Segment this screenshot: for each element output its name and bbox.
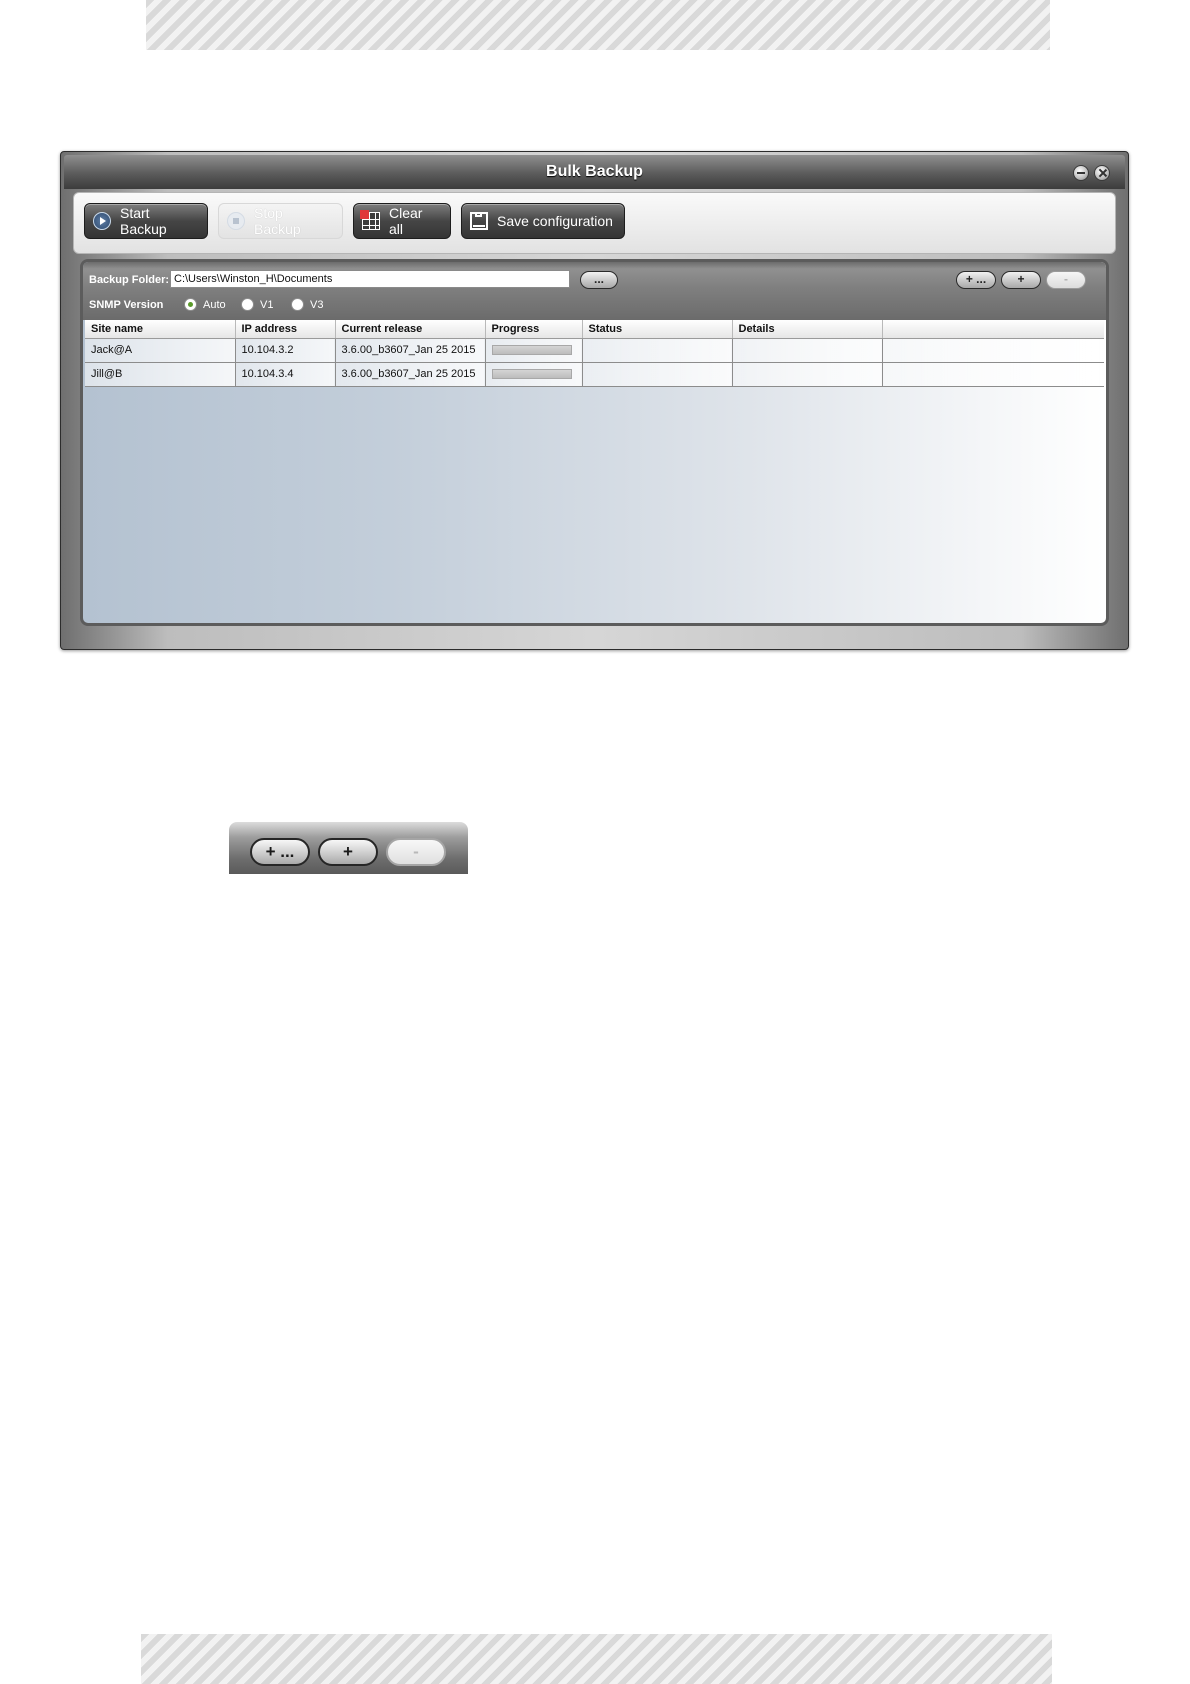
cell-site-name: Jack@A (85, 338, 236, 363)
radio-selected-icon (184, 298, 197, 311)
start-backup-button[interactable]: Start Backup (84, 203, 208, 239)
backup-folder-label: Backup Folder: (89, 274, 170, 286)
save-configuration-button[interactable]: Save configuration (461, 203, 625, 239)
column-header-filler (882, 320, 1104, 339)
table-row[interactable]: Jill@B 10.104.3.4 3.6.00_b3607_Jan 25 20… (85, 362, 1104, 387)
cell-progress (485, 362, 583, 387)
start-backup-label: Start Backup (120, 205, 167, 237)
footer-hatch-band (141, 1634, 1052, 1684)
cell-filler (882, 338, 1104, 363)
cell-current-release: 3.6.00_b3607_Jan 25 2015 (335, 338, 486, 363)
snmp-option-v1[interactable]: V1 (241, 298, 273, 311)
cell-details (732, 362, 883, 387)
radio-icon (291, 298, 304, 311)
cell-progress (485, 338, 583, 363)
zoom-remove-site-button[interactable]: - (386, 838, 446, 866)
backup-folder-input[interactable] (170, 270, 570, 288)
toolbar: Start Backup Stop Backup Clear all Save … (73, 192, 1116, 254)
progress-bar (491, 345, 572, 355)
title-bar[interactable]: Bulk Backup (64, 155, 1125, 189)
remove-site-button[interactable]: - (1046, 271, 1086, 289)
cell-current-release: 3.6.00_b3607_Jan 25 2015 (335, 362, 486, 387)
backup-panel: Backup Folder: ... SNMP Version Auto V1 … (80, 259, 1109, 626)
progress-bar (491, 369, 572, 379)
snmp-option-v3[interactable]: V3 (291, 298, 323, 311)
cell-details (732, 338, 883, 363)
column-header-ip-address[interactable]: IP address (235, 320, 336, 339)
bulk-backup-window: Bulk Backup Start Backup Stop Backup Cle… (60, 151, 1129, 650)
table-row[interactable]: Jack@A 10.104.3.2 3.6.00_b3607_Jan 25 20… (85, 338, 1104, 363)
stop-backup-label: Stop Backup (254, 205, 301, 237)
column-header-site-name[interactable]: Site name (85, 320, 236, 339)
add-site-button[interactable]: + (1001, 271, 1041, 289)
cell-site-name: Jill@B (85, 362, 236, 387)
column-header-details[interactable]: Details (732, 320, 883, 339)
table-header-row: Site name IP address Current release Pro… (85, 320, 1104, 339)
window-title: Bulk Backup (546, 163, 643, 180)
cell-status (582, 338, 733, 363)
column-header-status[interactable]: Status (582, 320, 733, 339)
column-header-progress[interactable]: Progress (485, 320, 583, 339)
snmp-option-label: V1 (260, 298, 274, 311)
zoom-add-multiple-sites-button[interactable]: + ... (250, 838, 310, 866)
zoomed-action-buttons: + ... + - (229, 822, 468, 874)
radio-icon (241, 298, 254, 311)
panel-header: Backup Folder: ... SNMP Version Auto V1 … (83, 262, 1106, 320)
column-header-current-release[interactable]: Current release (335, 320, 486, 339)
cell-ip-address: 10.104.3.4 (235, 362, 336, 387)
cell-ip-address: 10.104.3.2 (235, 338, 336, 363)
cell-filler (882, 362, 1104, 387)
snmp-option-auto[interactable]: Auto (184, 298, 226, 311)
stop-icon (227, 212, 245, 230)
close-icon[interactable] (1094, 165, 1110, 181)
zoom-add-site-button[interactable]: + (318, 838, 378, 866)
clear-grid-icon (360, 210, 380, 230)
minimize-icon[interactable] (1073, 165, 1089, 181)
clear-all-button[interactable]: Clear all (353, 203, 451, 239)
snmp-version-label: SNMP Version (89, 299, 164, 311)
sites-table: Site name IP address Current release Pro… (85, 320, 1104, 387)
clear-all-label: Clear all (389, 205, 423, 237)
cell-status (582, 362, 733, 387)
add-multiple-sites-button[interactable]: + ... (956, 271, 996, 289)
browse-folder-button[interactable]: ... (580, 271, 618, 289)
stop-backup-button[interactable]: Stop Backup (218, 203, 343, 239)
save-configuration-label: Save configuration (497, 213, 613, 229)
snmp-option-label: V3 (310, 298, 324, 311)
snmp-option-label: Auto (203, 298, 226, 311)
save-icon (470, 212, 488, 230)
play-icon (93, 212, 111, 230)
header-hatch-band (146, 0, 1050, 50)
